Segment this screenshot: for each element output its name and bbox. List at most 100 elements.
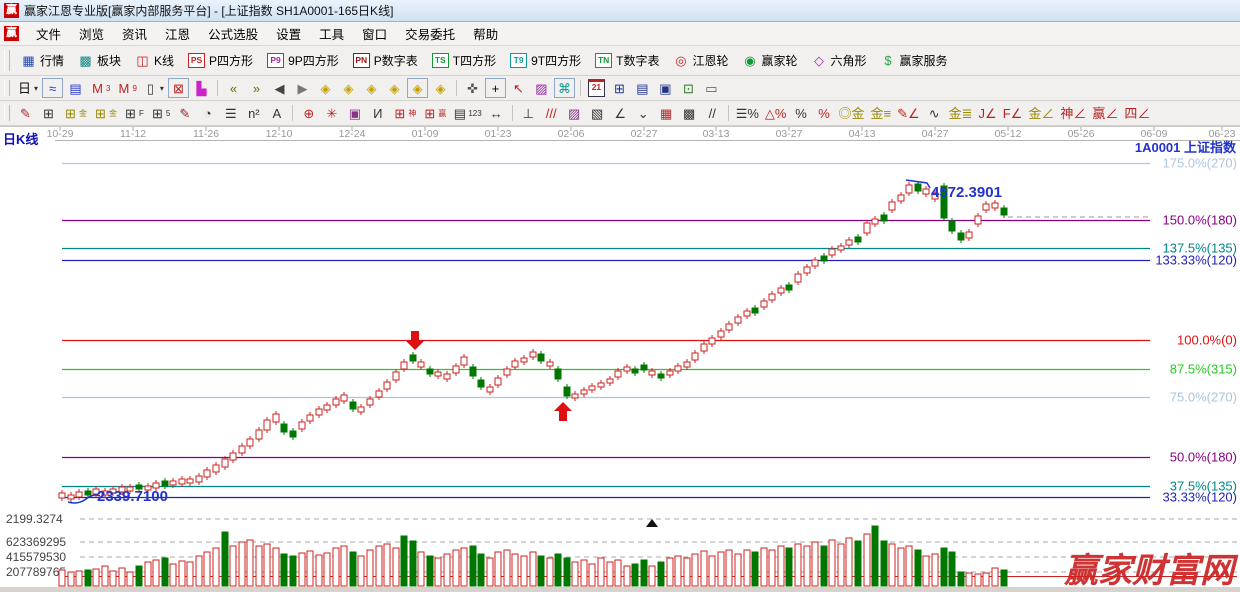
fan-box-tool[interactable]: ▨ xyxy=(564,103,585,123)
hand-tool[interactable]: ✜ xyxy=(462,78,483,98)
f-angle-tool[interactable]: F∠ xyxy=(1001,103,1025,123)
pointer-tool[interactable]: ↖ xyxy=(508,78,529,98)
gann-assist-tool[interactable]: ⌘ xyxy=(554,78,575,98)
time-grid-tool[interactable]: ☰ xyxy=(220,103,241,123)
win-grid-tool[interactable]: ⊞赢 xyxy=(420,103,448,123)
percent-red-tool[interactable]: % xyxy=(813,103,834,123)
t-square-button[interactable]: TST四方形 xyxy=(425,49,503,72)
cycle-circle-tool[interactable]: ◔ xyxy=(197,103,218,123)
t9-square-button[interactable]: T99T四方形 xyxy=(503,49,588,72)
bars-9-tool[interactable]: M9 xyxy=(114,78,138,98)
zigzag-tool[interactable]: ⌄ xyxy=(633,103,654,123)
sector-button[interactable]: ▩板块 xyxy=(71,49,128,72)
gold-angle-tool[interactable]: 金∠ xyxy=(1026,103,1056,123)
note-tool[interactable]: ▤ xyxy=(65,78,86,98)
hexagon-button[interactable]: ◇六角形 xyxy=(805,49,874,72)
gold-circle-tool[interactable]: ◎金 xyxy=(836,103,866,123)
box-fan-tool[interactable]: ▣ xyxy=(344,103,365,123)
parallel-lines-tool[interactable]: // xyxy=(702,103,723,123)
ray-fan-tool[interactable]: /// xyxy=(541,103,562,123)
bars-3-tool[interactable]: M3 xyxy=(88,78,112,98)
kline-chart[interactable]: 10-2911-1211-2612-1012-2401-0901-2302-06… xyxy=(0,126,1240,592)
volume-chart-tool[interactable]: ▙ xyxy=(191,78,212,98)
export-icon: ⊡ xyxy=(681,81,696,96)
gold-grid-tool[interactable]: ⊞金 xyxy=(61,103,89,123)
menu-9[interactable]: 帮助 xyxy=(464,21,507,46)
candle-style-dropdown[interactable]: ▯▾ xyxy=(141,78,166,98)
speed-percent-tool[interactable]: ☰% xyxy=(734,103,761,123)
step-forward-button[interactable]: ▶ xyxy=(292,78,313,98)
pen-tool[interactable]: ✎ xyxy=(15,103,36,123)
pen-grid-tool[interactable]: ✎ xyxy=(174,103,195,123)
pen-angle-tool[interactable]: ✎∠ xyxy=(895,103,922,123)
grid-red-tool[interactable]: ▦ xyxy=(656,103,677,123)
zoom-fit-diamond[interactable]: ◈ xyxy=(430,78,451,98)
pan-left-diamond[interactable]: ◈ xyxy=(315,78,336,98)
shen-angle-tool[interactable]: 神∠ xyxy=(1058,103,1088,123)
notebook-tool[interactable]: ▤ xyxy=(632,78,653,98)
p-number-button[interactable]: PNP数字表 xyxy=(346,49,425,72)
pan-right-diamond[interactable]: ◈ xyxy=(338,78,359,98)
calendar-tool[interactable]: 21 xyxy=(586,78,607,98)
calculator-tool[interactable]: ⊞ xyxy=(609,78,630,98)
gold-lines-tool[interactable]: 金≡ xyxy=(869,103,894,123)
eraser-tool[interactable]: ▨ xyxy=(531,78,552,98)
step-back-button[interactable]: ◀ xyxy=(269,78,290,98)
angle-mark-tool[interactable]: И xyxy=(367,103,388,123)
kline-button[interactable]: ◫K线 xyxy=(128,49,181,72)
four-angle-tool[interactable]: 四∠ xyxy=(1122,103,1152,123)
win-angle-tool[interactable]: 赢∠ xyxy=(1090,103,1120,123)
menu-3[interactable]: 江恩 xyxy=(156,21,199,46)
zoom-cross-diamond[interactable]: ◈ xyxy=(384,78,405,98)
menu-5[interactable]: 设置 xyxy=(267,21,310,46)
j-angle-tool[interactable]: J∠ xyxy=(977,103,999,123)
zoom-horizontal-diamond[interactable]: ◈ xyxy=(361,78,382,98)
triangle-percent-tool[interactable]: △% xyxy=(763,103,789,123)
menu-bar: 赢 文件浏览资讯江恩公式选股设置工具窗口交易委托帮助 xyxy=(0,22,1240,46)
gann-fan-center-tool[interactable]: ⊕ xyxy=(298,103,319,123)
p-square-button[interactable]: PSP四方形 xyxy=(181,49,260,72)
grid-dark-tool[interactable]: ▩ xyxy=(679,103,700,123)
quote-button[interactable]: ▦行情 xyxy=(14,49,71,72)
menu-6[interactable]: 工具 xyxy=(310,21,353,46)
crosshair-tool[interactable]: + xyxy=(485,78,506,98)
p9-square-button[interactable]: P99P四方形 xyxy=(260,49,346,72)
wave-box-tool[interactable]: ∿ xyxy=(924,103,945,123)
t-number-button[interactable]: TNT数字表 xyxy=(588,49,666,72)
menu-4[interactable]: 公式选股 xyxy=(199,21,267,46)
menu-0[interactable]: 文件 xyxy=(27,21,70,46)
angle-a-tool[interactable]: A xyxy=(266,103,287,123)
skip-last-button[interactable]: » xyxy=(246,78,267,98)
angle-mark-icon: И xyxy=(370,106,385,121)
gold-rule-tool[interactable]: 金≣ xyxy=(947,103,975,123)
zoom-all-diamond[interactable]: ◈ xyxy=(407,78,428,98)
menu-2[interactable]: 资讯 xyxy=(113,21,156,46)
menu-7[interactable]: 窗口 xyxy=(353,21,396,46)
gold-grid-2-tool[interactable]: ⊞金 xyxy=(91,103,119,123)
percent-tool[interactable]: % xyxy=(790,103,811,123)
span-arrows-tool[interactable]: ↔ xyxy=(486,103,507,123)
shen-grid-tool[interactable]: ⊞神 xyxy=(390,103,418,123)
menu-8[interactable]: 交易委托 xyxy=(396,21,464,46)
star-fan-tool[interactable]: ✳ xyxy=(321,103,342,123)
t-square-tool[interactable]: ⊥ xyxy=(518,103,539,123)
menu-1[interactable]: 浏览 xyxy=(70,21,113,46)
print-tool[interactable]: ▭ xyxy=(701,78,722,98)
winner-service-button[interactable]: $赢家服务 xyxy=(874,49,955,72)
angle-lines-tool[interactable]: ∠ xyxy=(610,103,631,123)
period-day-dropdown[interactable]: 日▾ xyxy=(15,78,40,98)
fan-box-2-tool[interactable]: ▧ xyxy=(587,103,608,123)
gann-wheel-button[interactable]: ◎江恩轮 xyxy=(666,49,735,72)
chart-area[interactable]: 10-2911-1211-2612-1012-2401-0901-2302-06… xyxy=(0,126,1240,592)
f-grid-tool[interactable]: ⊞F xyxy=(121,103,146,123)
ruler-123-tool[interactable]: ▤123 xyxy=(450,103,483,123)
mark-tool[interactable]: ⊠ xyxy=(168,78,189,98)
skip-first-button[interactable]: « xyxy=(223,78,244,98)
n-square-tool[interactable]: n² xyxy=(243,103,264,123)
export-tool[interactable]: ⊡ xyxy=(678,78,699,98)
five-grid-tool[interactable]: ⊞5 xyxy=(148,103,172,123)
wave-tool[interactable]: ≈ xyxy=(42,78,63,98)
gann-grid-tool[interactable]: ⊞ xyxy=(38,103,59,123)
winner-wheel-button[interactable]: ◉赢家轮 xyxy=(735,49,804,72)
save-tool[interactable]: ▣ xyxy=(655,78,676,98)
